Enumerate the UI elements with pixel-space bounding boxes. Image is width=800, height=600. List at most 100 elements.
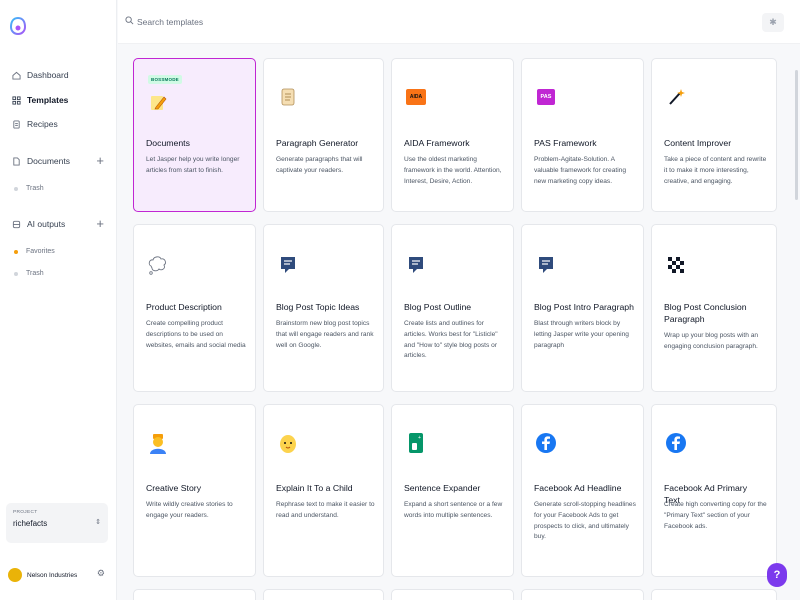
sidebar-item-templates[interactable]: Templates <box>12 95 68 105</box>
card-title: AIDA Framework <box>404 138 470 148</box>
template-card-facebook-ad-primary-text[interactable]: Facebook Ad Primary Text Create high con… <box>651 404 777 577</box>
pencil-icon <box>146 90 170 114</box>
jasper-logo-icon[interactable] <box>10 17 26 35</box>
facebook-icon <box>534 431 558 455</box>
card-description: Write wildly creative stories to engage … <box>146 501 233 519</box>
svg-text:+: + <box>418 435 421 441</box>
template-card-partial[interactable] <box>263 589 384 600</box>
card-description: Generate scroll-stopping headlines for y… <box>534 501 636 541</box>
card-title: Content Improver <box>664 138 732 148</box>
template-card-partial[interactable] <box>133 589 256 600</box>
card-description: Wrap up your blog posts with an engaging… <box>664 332 759 350</box>
sidebar-item-dashboard[interactable]: Dashboard <box>12 70 69 80</box>
sidebar-item-documents-trash[interactable]: Trash <box>14 185 44 192</box>
sidebar-item-recipes[interactable]: Recipes <box>12 119 58 129</box>
help-icon: ? <box>773 569 781 581</box>
card-title: Blog Post Outline <box>404 302 472 312</box>
card-title: Facebook Ad Headline <box>534 483 622 493</box>
card-title: Product Description <box>146 302 222 312</box>
search-icon <box>125 16 134 25</box>
pas-icon-label: PAS <box>537 89 555 105</box>
template-card-paragraph-generator[interactable]: Paragraph Generator Generate paragraphs … <box>263 58 384 212</box>
template-card-partial[interactable] <box>521 589 644 600</box>
scroll-icon <box>276 85 300 109</box>
template-card-documents[interactable]: BOSSMODE Documents Let Jasper help you w… <box>133 58 256 212</box>
sidebar-item-label: Dashboard <box>27 70 69 80</box>
help-button[interactable]: ? <box>767 563 787 587</box>
project-selector[interactable]: PROJECT richefacts ⇕ <box>6 503 108 543</box>
card-description: Create high converting copy for the "Pri… <box>664 501 767 530</box>
sparkle-icon: ✱ <box>769 17 777 27</box>
template-card-explain-it-to-a-child[interactable]: Explain It To a Child Rephrase text to m… <box>263 404 384 577</box>
sidebar-item-label: Documents <box>27 156 70 166</box>
thought-bubble-icon <box>146 253 170 277</box>
org-name: Nelson Industries <box>27 571 78 579</box>
sidebar-item-documents[interactable]: Documents <box>12 156 70 166</box>
sidebar-item-label: Recipes <box>27 119 58 129</box>
home-icon <box>12 71 21 80</box>
checkered-flag-icon <box>664 253 688 277</box>
card-description: Rephrase text to make it easier to read … <box>276 501 375 519</box>
template-card-blog-post-conclusion[interactable]: Blog Post Conclusion Paragraph Wrap up y… <box>651 224 777 392</box>
trash-dot-icon <box>14 186 18 191</box>
scrollbar-thumb[interactable] <box>795 70 798 200</box>
sidebar-item-favorites[interactable]: Favorites <box>14 248 55 255</box>
card-title: Explain It To a Child <box>276 483 353 493</box>
card-description: Expand a short sentence or a few words i… <box>404 501 503 519</box>
template-card-facebook-ad-headline[interactable]: Facebook Ad Headline Generate scroll-sto… <box>521 404 644 577</box>
pas-icon: PAS <box>534 85 558 109</box>
template-card-blog-post-outline[interactable]: Blog Post Outline Create lists and outli… <box>391 224 514 392</box>
sidebar-item-label: Templates <box>27 95 69 105</box>
template-card-aida-framework[interactable]: AIDA AIDA Framework Use the oldest marke… <box>391 58 514 212</box>
stack-icon <box>12 220 21 228</box>
add-ai-output-button[interactable]: + <box>96 217 104 230</box>
card-title: Documents <box>146 138 190 148</box>
template-card-blog-post-intro-paragraph[interactable]: Blog Post Intro Paragraph Blast through … <box>521 224 644 392</box>
card-description: Blast through writers block by letting J… <box>534 320 629 349</box>
sidebar-item-label: Trash <box>26 270 44 277</box>
card-description: Brainstorm new blog post topics that wil… <box>276 320 374 349</box>
search-input[interactable] <box>137 13 437 31</box>
sidebar-item-label: Trash <box>26 185 44 192</box>
card-description: Generate paragraphs that will captivate … <box>276 156 363 174</box>
sidebar-item-ai-outputs[interactable]: AI outputs <box>12 219 65 229</box>
recipe-icon <box>13 119 20 129</box>
sparkle-button[interactable]: ✱ <box>762 13 784 32</box>
add-document-button[interactable]: + <box>96 154 104 167</box>
aida-icon: AIDA <box>404 85 428 109</box>
template-card-sentence-expander[interactable]: + Sentence Expander Expand a short sente… <box>391 404 514 577</box>
project-name: richefacts <box>13 519 48 528</box>
grid-icon <box>12 95 21 105</box>
card-title: Creative Story <box>146 483 202 493</box>
template-card-partial[interactable] <box>391 589 514 600</box>
template-card-blog-post-topic-ideas[interactable]: Blog Post Topic Ideas Brainstorm new blo… <box>263 224 384 392</box>
bossmode-badge: BOSSMODE <box>148 75 182 84</box>
magic-wand-icon <box>664 85 688 109</box>
card-title: PAS Framework <box>534 138 597 148</box>
template-card-content-improver[interactable]: Content Improver Take a piece of content… <box>651 58 777 212</box>
project-label: PROJECT <box>13 510 38 515</box>
card-title: Sentence Expander <box>404 483 481 493</box>
card-description: Create lists and outlines for articles. … <box>404 320 498 360</box>
template-card-partial[interactable] <box>651 589 777 600</box>
org-avatar <box>8 568 22 582</box>
template-card-pas-framework[interactable]: PAS PAS Framework Problem-Agitate-Soluti… <box>521 58 644 212</box>
sidebar-item-label: AI outputs <box>27 219 66 229</box>
gear-icon[interactable]: ⚙ <box>97 568 105 579</box>
baby-icon <box>276 431 300 455</box>
card-title: Blog Post Conclusion Paragraph <box>664 302 747 324</box>
chat-icon <box>276 253 300 277</box>
templates-grid: BOSSMODE Documents Let Jasper help you w… <box>133 58 777 600</box>
aida-icon-label: AIDA <box>406 89 426 105</box>
template-card-product-description[interactable]: Product Description Create compelling pr… <box>133 224 256 392</box>
favorites-dot-icon <box>14 249 18 254</box>
card-title: Blog Post Intro Paragraph <box>534 302 634 312</box>
card-description: Take a piece of content and rewrite it t… <box>664 156 767 185</box>
card-description: Problem-Agitate-Solution. A valuable fra… <box>534 156 626 185</box>
card-description: Let Jasper help you write longer article… <box>146 156 240 174</box>
organization-row[interactable]: Nelson Industries ⚙ <box>8 564 108 586</box>
storyteller-icon <box>146 431 170 455</box>
sidebar-item-ai-trash[interactable]: Trash <box>14 270 44 277</box>
chat-icon <box>534 253 558 277</box>
template-card-creative-story[interactable]: Creative Story Write wildly creative sto… <box>133 404 256 577</box>
